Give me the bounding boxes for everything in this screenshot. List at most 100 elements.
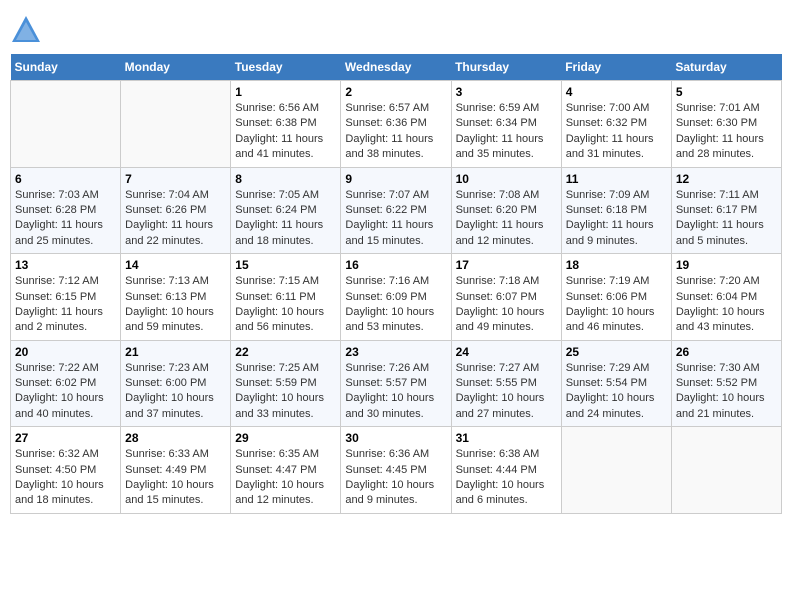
calendar-cell	[121, 81, 231, 168]
day-number: 28	[125, 431, 226, 445]
day-info: Sunrise: 7:27 AM Sunset: 5:55 PM Dayligh…	[456, 361, 557, 423]
calendar-cell	[11, 81, 121, 168]
day-info: Sunrise: 7:05 AM Sunset: 6:24 PM Dayligh…	[235, 188, 336, 250]
day-number: 20	[15, 345, 116, 359]
day-header-saturday: Saturday	[671, 54, 781, 81]
calendar-cell: 27 Sunrise: 6:32 AM Sunset: 4:50 PM Dayli…	[11, 427, 121, 514]
day-info: Sunrise: 7:12 AM Sunset: 6:15 PM Dayligh…	[15, 274, 116, 336]
logo	[10, 14, 46, 46]
day-number: 30	[345, 431, 446, 445]
day-info: Sunrise: 7:29 AM Sunset: 5:54 PM Dayligh…	[566, 361, 667, 423]
calendar-cell: 20 Sunrise: 7:22 AM Sunset: 6:02 PM Dayli…	[11, 340, 121, 427]
calendar-cell: 1 Sunrise: 6:56 AM Sunset: 6:38 PM Daylig…	[231, 81, 341, 168]
day-info: Sunrise: 7:20 AM Sunset: 6:04 PM Dayligh…	[676, 274, 777, 336]
day-info: Sunrise: 7:11 AM Sunset: 6:17 PM Dayligh…	[676, 188, 777, 250]
week-row-4: 20 Sunrise: 7:22 AM Sunset: 6:02 PM Dayli…	[11, 340, 782, 427]
calendar-cell: 3 Sunrise: 6:59 AM Sunset: 6:34 PM Daylig…	[451, 81, 561, 168]
day-number: 26	[676, 345, 777, 359]
day-number: 24	[456, 345, 557, 359]
calendar-cell: 6 Sunrise: 7:03 AM Sunset: 6:28 PM Daylig…	[11, 167, 121, 254]
day-number: 9	[345, 172, 446, 186]
header-row: SundayMondayTuesdayWednesdayThursdayFrid…	[11, 54, 782, 81]
calendar-cell: 5 Sunrise: 7:01 AM Sunset: 6:30 PM Daylig…	[671, 81, 781, 168]
calendar-cell: 21 Sunrise: 7:23 AM Sunset: 6:00 PM Dayli…	[121, 340, 231, 427]
calendar-cell: 4 Sunrise: 7:00 AM Sunset: 6:32 PM Daylig…	[561, 81, 671, 168]
day-number: 2	[345, 85, 446, 99]
day-info: Sunrise: 7:09 AM Sunset: 6:18 PM Dayligh…	[566, 188, 667, 250]
day-header-sunday: Sunday	[11, 54, 121, 81]
calendar-cell	[671, 427, 781, 514]
calendar-cell: 24 Sunrise: 7:27 AM Sunset: 5:55 PM Dayli…	[451, 340, 561, 427]
calendar-cell: 18 Sunrise: 7:19 AM Sunset: 6:06 PM Dayli…	[561, 254, 671, 341]
day-header-friday: Friday	[561, 54, 671, 81]
day-info: Sunrise: 6:57 AM Sunset: 6:36 PM Dayligh…	[345, 101, 446, 163]
calendar-cell: 9 Sunrise: 7:07 AM Sunset: 6:22 PM Daylig…	[341, 167, 451, 254]
day-number: 22	[235, 345, 336, 359]
calendar-cell: 12 Sunrise: 7:11 AM Sunset: 6:17 PM Dayli…	[671, 167, 781, 254]
calendar-cell: 28 Sunrise: 6:33 AM Sunset: 4:49 PM Dayli…	[121, 427, 231, 514]
day-info: Sunrise: 6:33 AM Sunset: 4:49 PM Dayligh…	[125, 447, 226, 509]
calendar-cell: 2 Sunrise: 6:57 AM Sunset: 6:36 PM Daylig…	[341, 81, 451, 168]
day-info: Sunrise: 6:32 AM Sunset: 4:50 PM Dayligh…	[15, 447, 116, 509]
day-number: 23	[345, 345, 446, 359]
day-number: 1	[235, 85, 336, 99]
day-header-monday: Monday	[121, 54, 231, 81]
day-number: 15	[235, 258, 336, 272]
day-info: Sunrise: 7:13 AM Sunset: 6:13 PM Dayligh…	[125, 274, 226, 336]
day-number: 18	[566, 258, 667, 272]
day-number: 13	[15, 258, 116, 272]
day-info: Sunrise: 7:16 AM Sunset: 6:09 PM Dayligh…	[345, 274, 446, 336]
day-number: 14	[125, 258, 226, 272]
week-row-5: 27 Sunrise: 6:32 AM Sunset: 4:50 PM Dayli…	[11, 427, 782, 514]
day-info: Sunrise: 7:22 AM Sunset: 6:02 PM Dayligh…	[15, 361, 116, 423]
day-info: Sunrise: 6:59 AM Sunset: 6:34 PM Dayligh…	[456, 101, 557, 163]
day-info: Sunrise: 7:30 AM Sunset: 5:52 PM Dayligh…	[676, 361, 777, 423]
calendar-cell: 26 Sunrise: 7:30 AM Sunset: 5:52 PM Dayli…	[671, 340, 781, 427]
day-info: Sunrise: 7:04 AM Sunset: 6:26 PM Dayligh…	[125, 188, 226, 250]
day-info: Sunrise: 7:25 AM Sunset: 5:59 PM Dayligh…	[235, 361, 336, 423]
day-info: Sunrise: 7:15 AM Sunset: 6:11 PM Dayligh…	[235, 274, 336, 336]
day-number: 6	[15, 172, 116, 186]
day-number: 5	[676, 85, 777, 99]
calendar-cell: 22 Sunrise: 7:25 AM Sunset: 5:59 PM Dayli…	[231, 340, 341, 427]
day-number: 3	[456, 85, 557, 99]
week-row-2: 6 Sunrise: 7:03 AM Sunset: 6:28 PM Daylig…	[11, 167, 782, 254]
day-info: Sunrise: 7:03 AM Sunset: 6:28 PM Dayligh…	[15, 188, 116, 250]
calendar-cell: 11 Sunrise: 7:09 AM Sunset: 6:18 PM Dayli…	[561, 167, 671, 254]
calendar-cell: 10 Sunrise: 7:08 AM Sunset: 6:20 PM Dayli…	[451, 167, 561, 254]
calendar-cell: 8 Sunrise: 7:05 AM Sunset: 6:24 PM Daylig…	[231, 167, 341, 254]
calendar-cell: 16 Sunrise: 7:16 AM Sunset: 6:09 PM Dayli…	[341, 254, 451, 341]
day-info: Sunrise: 7:19 AM Sunset: 6:06 PM Dayligh…	[566, 274, 667, 336]
page-header	[10, 10, 782, 46]
calendar-cell: 29Sunrise: 6:35 AM Sunset: 4:47 PM Dayli…	[231, 427, 341, 514]
day-info: Sunrise: 7:00 AM Sunset: 6:32 PM Dayligh…	[566, 101, 667, 163]
day-number: 21	[125, 345, 226, 359]
day-info: Sunrise: 7:08 AM Sunset: 6:20 PM Dayligh…	[456, 188, 557, 250]
day-number: 11	[566, 172, 667, 186]
calendar-cell: 14 Sunrise: 7:13 AM Sunset: 6:13 PM Dayli…	[121, 254, 231, 341]
day-info: Sunrise: 7:23 AM Sunset: 6:00 PM Dayligh…	[125, 361, 226, 423]
logo-icon	[10, 14, 42, 46]
day-number: 16	[345, 258, 446, 272]
day-info: Sunrise: 6:38 AM Sunset: 4:44 PM Dayligh…	[456, 447, 557, 509]
day-number: 4	[566, 85, 667, 99]
calendar-cell: 7Sunrise: 7:04 AM Sunset: 6:26 PM Daylig…	[121, 167, 231, 254]
calendar-cell: 19 Sunrise: 7:20 AM Sunset: 6:04 PM Dayli…	[671, 254, 781, 341]
day-number: 17	[456, 258, 557, 272]
day-number: 8	[235, 172, 336, 186]
calendar-cell	[561, 427, 671, 514]
day-number: 27	[15, 431, 116, 445]
calendar-table: SundayMondayTuesdayWednesdayThursdayFrid…	[10, 54, 782, 514]
day-number: 10	[456, 172, 557, 186]
calendar-cell: 31Sunrise: 6:38 AM Sunset: 4:44 PM Dayli…	[451, 427, 561, 514]
calendar-cell: 13 Sunrise: 7:12 AM Sunset: 6:15 PM Dayli…	[11, 254, 121, 341]
week-row-3: 13 Sunrise: 7:12 AM Sunset: 6:15 PM Dayli…	[11, 254, 782, 341]
day-info: Sunrise: 7:07 AM Sunset: 6:22 PM Dayligh…	[345, 188, 446, 250]
calendar-cell: 15 Sunrise: 7:15 AM Sunset: 6:11 PM Dayli…	[231, 254, 341, 341]
day-number: 12	[676, 172, 777, 186]
day-number: 19	[676, 258, 777, 272]
day-info: Sunrise: 6:56 AM Sunset: 6:38 PM Dayligh…	[235, 101, 336, 163]
week-row-1: 1 Sunrise: 6:56 AM Sunset: 6:38 PM Daylig…	[11, 81, 782, 168]
day-info: Sunrise: 7:01 AM Sunset: 6:30 PM Dayligh…	[676, 101, 777, 163]
calendar-cell: 30Sunrise: 6:36 AM Sunset: 4:45 PM Dayli…	[341, 427, 451, 514]
